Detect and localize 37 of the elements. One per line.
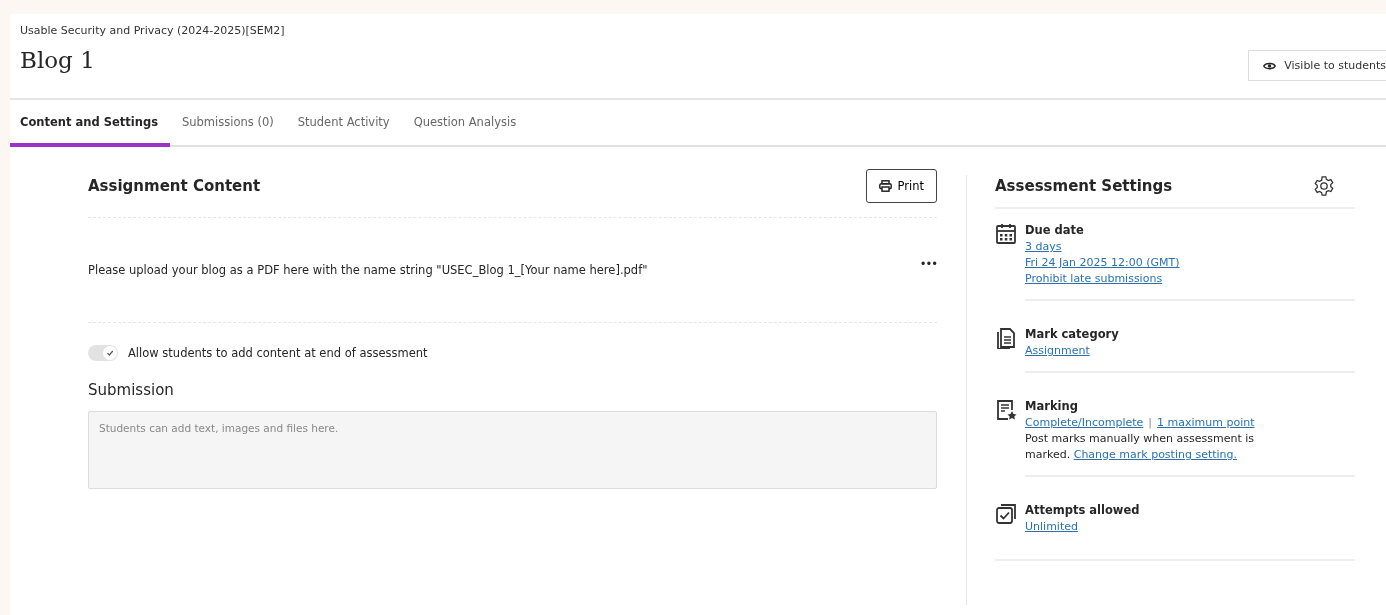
course-name: Usable Security and Privacy (2024-2025)[SEM2] (20, 24, 285, 37)
marking-icon (995, 399, 1017, 421)
setting-title: Mark category (1025, 327, 1120, 341)
section-heading: Assessment Settings (995, 177, 1173, 195)
page-title: Blog 1 (20, 47, 96, 73)
setting-link[interactable]: Assignment (1025, 343, 1090, 359)
instructions-text: Please upload your blog as a PDF here with the name string "USEC_Blog 1_[Your name here].pdf" (88, 263, 648, 277)
tab[interactable]: Question Analysis (401, 100, 529, 147)
eye-icon (1263, 60, 1277, 71)
section-heading: Submission (88, 381, 175, 399)
separator-text: | (1148, 415, 1153, 431)
setting-title: Due date (1025, 223, 1085, 237)
setting-title: Attempts allowed (1025, 503, 1141, 517)
setting-title: Marking (1025, 399, 1079, 413)
submission-field[interactable]: Students can add text, images and files here. (88, 411, 937, 489)
print-button[interactable]: Print (865, 169, 937, 203)
setting-link[interactable]: 1 maximum point (1157, 415, 1255, 431)
setting-link[interactable]: Change mark posting setting. (1073, 448, 1238, 461)
calendar-icon (995, 223, 1017, 245)
tab[interactable]: Submissions (0) (170, 100, 286, 147)
setting-link[interactable]: Prohibit late submissions (1025, 271, 1163, 287)
toggle-switch[interactable] (88, 345, 118, 361)
tab[interactable]: Student Activity (285, 100, 402, 147)
marking-note: Post marks manually when assessment is marked. Change mark posting setting. (1025, 431, 1256, 463)
document-icon (995, 327, 1017, 349)
section-heading: Assignment Content (88, 177, 261, 195)
more-options-button[interactable]: ••• (919, 257, 937, 283)
attempts-icon (995, 503, 1017, 525)
toggle-label: Allow students to add content at end of assessment (128, 346, 428, 360)
printer-icon (878, 180, 892, 192)
tab[interactable]: Content and Settings (10, 100, 170, 147)
setting-link[interactable]: Complete/Incomplete (1025, 415, 1144, 431)
setting-link[interactable]: Fri 24 Jan 2025 12:00 (GMT) (1025, 255, 1180, 271)
setting-link[interactable]: 3 days (1025, 239, 1062, 255)
setting-link[interactable]: Unlimited (1025, 519, 1078, 535)
visibility-button[interactable]: Visible to students (1248, 50, 1386, 81)
settings-icon[interactable] (1313, 175, 1335, 197)
